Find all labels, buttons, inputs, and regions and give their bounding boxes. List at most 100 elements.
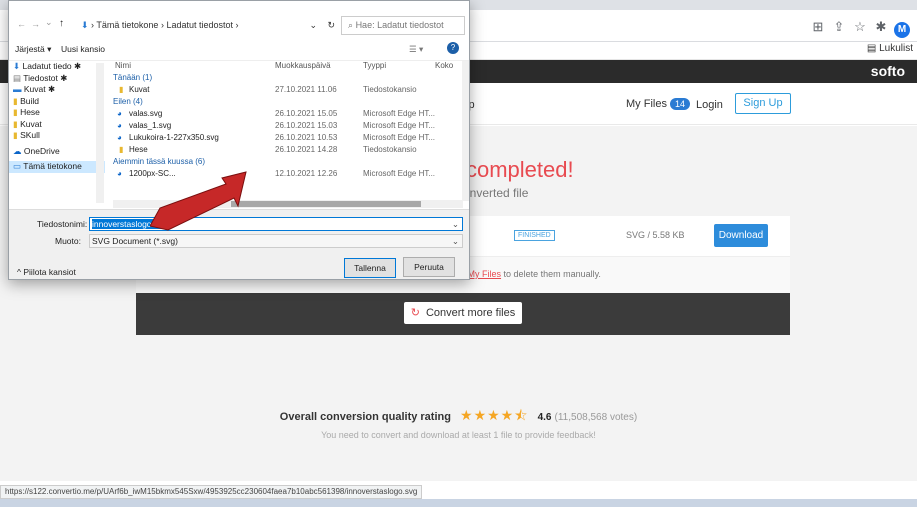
column-modified[interactable]: Muokkauspäivä [275,61,331,70]
status-badge: FINISHED [514,230,555,241]
path-dropdown-icon[interactable]: ⌄ [309,16,317,35]
download-button[interactable]: Download [714,224,768,247]
up-icon[interactable]: ↑ [59,18,64,29]
search-placeholder: Hae: Ladatut tiedostot [355,20,444,30]
forward-icon[interactable]: → [31,19,40,29]
file-type: Microsoft Edge HT... [363,109,436,118]
nav-item-hese[interactable]: ▮ Hese [9,107,105,119]
nav-item-label: Kuvat [23,84,46,94]
chevron-down-icon: ⌄ [451,236,459,246]
file-type-select[interactable]: SVG Document (*.svg) ⌄ [89,234,463,248]
reading-list-label: Lukulist [879,43,913,54]
hide-folders-label: Piilota kansiot [23,267,76,277]
nav-item-onedrive[interactable]: ☁ OneDrive [9,146,105,158]
nav-my-files[interactable]: My Files 14 [626,98,690,110]
site-logo[interactable]: softo [871,63,905,79]
filename-field[interactable]: innoverstaslogo.svg ⌄ [89,217,463,231]
column-size[interactable]: Koko [435,61,453,70]
list-item[interactable]: ◕ Lukukoira-1-227x350.svg 26.10.2021 10.… [111,133,461,145]
breadcrumb[interactable]: ⬇ › Tämä tietokone › Ladatut tiedostot ›… [81,16,341,35]
reading-list-button[interactable]: ▤ Lukulist [867,43,913,54]
rating-row: Overall conversion quality rating ★★★★⯪ … [0,405,917,429]
list-item[interactable]: ◕ valas_1.svg 26.10.2021 15.03 Microsoft… [111,121,461,133]
breadcrumb-downloads[interactable]: Ladatut tiedostot [166,20,233,30]
breadcrumb-computer[interactable]: Tämä tietokone [96,20,158,30]
file-date: 27.10.2021 11.06 [275,85,337,94]
convert-more-label: Convert more files [425,307,516,319]
list-scrollbar[interactable] [462,61,469,201]
file-date: 26.10.2021 10.53 [275,133,338,142]
organize-menu[interactable]: Järjestä ▾ [15,44,51,55]
refresh-icon[interactable]: ↻ [327,16,335,35]
document-icon: ▤ [13,72,22,83]
nav-item-pictures[interactable]: ▬ Kuvat ✱ [9,84,105,96]
nav-item-downloads[interactable]: ⬇ Ladatut tiedo ✱ [9,61,105,73]
new-folder-button[interactable]: Uusi kansio [61,44,105,54]
pin-icon: ✱ [74,61,82,71]
profile-avatar[interactable]: M [894,22,910,38]
extensions-icon[interactable]: ✱ [872,19,890,35]
edge-icon: ◕ [117,133,122,142]
nav-item-this-pc[interactable]: ▭ Tämä tietokone [9,161,105,173]
group-header[interactable]: Eilen (4) [111,97,461,109]
list-item[interactable]: ▮ Kuvat 27.10.2021 11.06 Tiedostokansio [111,85,461,97]
translate-icon[interactable]: ⊞ [809,19,827,35]
file-name: Kuvat [129,85,150,94]
nav-item-documents[interactable]: ▤ Tiedostot ✱ [9,73,105,85]
hide-folders-toggle[interactable]: ^ Piilota kansiot [17,267,76,277]
group-header[interactable]: Tänään (1) [111,73,461,85]
rating-votes: (11,508,568 votes) [554,412,638,423]
nav-scrollbar[interactable] [96,63,104,203]
nav-item-kuvat[interactable]: ▮ Kuvat [9,119,105,131]
view-options-icon[interactable]: ☰ ▾ [409,44,423,55]
nav-item-build[interactable]: ▮ Build [9,96,105,108]
scroll-thumb[interactable] [231,201,421,207]
pictures-icon: ▬ [13,84,22,94]
convert-more-bar: ↻ Convert more files [136,293,790,335]
note-suffix: to delete them manually. [503,269,601,279]
bookmark-star-icon[interactable]: ☆ [851,19,869,35]
signup-button[interactable]: Sign Up [735,93,791,114]
folder-icon: ▮ [13,107,18,117]
download-arrow-icon: ⬇ [81,20,89,30]
group-label: Tänään (1) [113,73,153,82]
nav-item-label: Ladatut tiedo [22,61,72,71]
cancel-button[interactable]: Peruuta [403,257,455,277]
nav-item-label: Tämä tietokone [23,161,82,171]
column-headers: Nimi Muokkauspäivä Tyyppi Koko [111,61,461,73]
file-type: Microsoft Edge HT... [363,133,436,142]
file-name: Hese [129,145,148,154]
my-files-link[interactable]: My Files [468,269,502,279]
annotation-arrow [150,171,247,231]
group-label: Aiemmin tässä kuussa (6) [113,157,206,166]
file-date: 26.10.2021 15.05 [275,109,338,118]
file-name: Lukukoira-1-227x350.svg [129,133,219,142]
dialog-toolbar: Järjestä ▾ Uusi kansio ☰ ▾ ? [9,39,469,61]
file-type: Microsoft Edge HT... [363,169,436,178]
help-icon[interactable]: ? [447,42,459,54]
rating-stars[interactable]: ★★★★⯪ [460,407,528,423]
chevron-down-icon[interactable]: ⌄ [45,17,53,28]
list-item[interactable]: ◕ valas.svg 26.10.2021 15.05 Microsoft E… [111,109,461,121]
feedback-note: You need to convert and download at leas… [321,430,596,440]
convert-more-button[interactable]: ↻ Convert more files [404,302,522,324]
share-icon[interactable]: ⇪ [830,19,848,35]
edge-icon: ◕ [117,121,122,130]
group-label: Eilen (4) [113,97,143,106]
nav-item-label: Build [20,95,39,106]
dialog-title-bar [9,1,469,9]
completed-title: completed! [466,157,574,182]
back-icon[interactable]: ← [17,19,26,29]
dialog-search-input[interactable]: ⌕ Hae: Ladatut tiedostot [341,16,465,35]
edge-icon: ◕ [117,169,122,178]
taskbar [0,499,917,507]
nav-login[interactable]: Login [696,99,723,111]
list-item[interactable]: ▮ Hese 26.10.2021 14.28 Tiedostokansio [111,145,461,157]
column-name[interactable]: Nimi [115,61,131,70]
save-button[interactable]: Tallenna [344,258,396,278]
folder-icon: ▮ [13,118,18,129]
column-type[interactable]: Tyyppi [363,61,386,70]
cloud-icon: ☁ [13,145,22,156]
chevron-down-icon[interactable]: ⌄ [452,218,459,230]
nav-item-skull[interactable]: ▮ SKull [9,130,105,142]
